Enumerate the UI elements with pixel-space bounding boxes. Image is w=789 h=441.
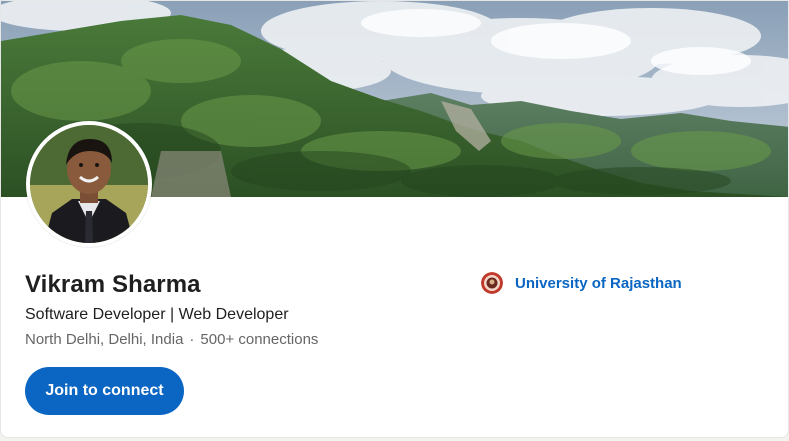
profile-meta: North Delhi, Delhi, India · 500+ connect… xyxy=(25,331,318,348)
profile-location: North Delhi, Delhi, India xyxy=(25,331,184,348)
school-name: University of Rajasthan xyxy=(515,274,682,292)
avatar[interactable] xyxy=(26,121,152,247)
education-link[interactable]: University of Rajasthan xyxy=(481,272,682,294)
profile-headline: Software Developer | Web Developer xyxy=(25,306,289,323)
join-to-connect-button[interactable]: Join to connect xyxy=(25,367,184,415)
profile-connections: 500+ connections xyxy=(200,331,319,348)
profile-name: Vikram Sharma xyxy=(25,271,201,298)
meta-separator: · xyxy=(189,331,195,348)
profile-card: Vikram Sharma Software Developer | Web D… xyxy=(0,0,789,438)
profile-photo xyxy=(30,125,148,243)
university-seal-icon xyxy=(481,272,503,294)
